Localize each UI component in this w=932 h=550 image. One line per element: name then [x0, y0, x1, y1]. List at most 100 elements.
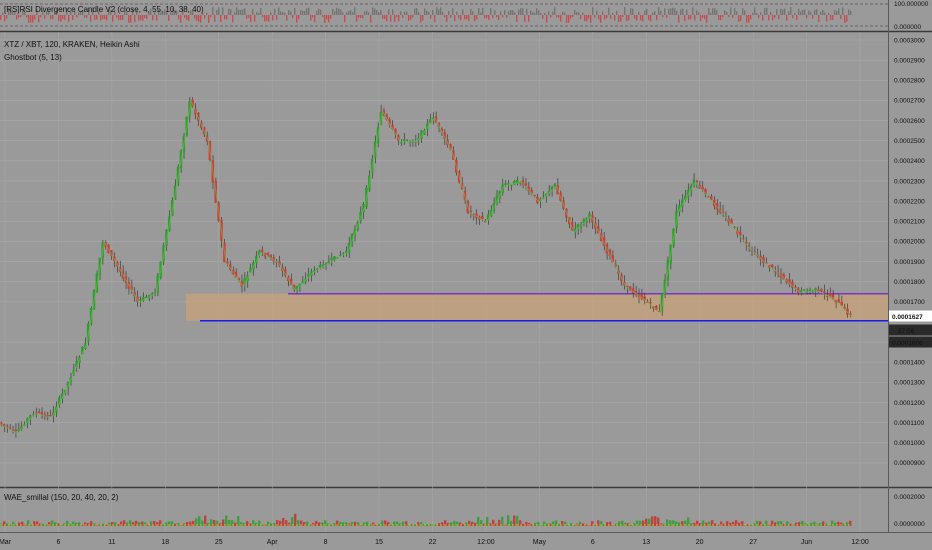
rsi-bar [444, 15, 446, 18]
rsi-bar [760, 12, 762, 15]
rsi-legend: [RS]RSI Divergence Candle V2 (close, 4, … [4, 5, 204, 14]
zone-price-label: 0.0001606 [892, 340, 923, 347]
rsi-bar [664, 8, 666, 15]
rsi-bar [766, 7, 768, 15]
rsi-bar [378, 12, 380, 15]
rsi-bar [586, 15, 588, 22]
rsi-bar [660, 10, 662, 15]
rsi-bar [534, 12, 536, 15]
rsi-bar [754, 7, 756, 15]
rsi-bar [556, 15, 558, 18]
candle-body [402, 139, 406, 142]
indicator-legend: Ghostbot (5, 13) [4, 53, 62, 62]
rsi-bar [406, 11, 408, 15]
rsi-bar [308, 7, 310, 15]
price-tick-label: 0.0001000 [894, 440, 925, 447]
rsi-bar [26, 15, 28, 18]
rsi-bar [210, 15, 212, 18]
rsi-bar [610, 15, 612, 19]
rsi-bar [652, 12, 654, 15]
rsi-bar [318, 8, 320, 15]
wae-bar [534, 522, 537, 526]
rsi-bar [152, 15, 154, 21]
rsi-bar [134, 15, 136, 23]
rsi-bar [776, 9, 778, 15]
rsi-bar [812, 15, 814, 19]
rsi-bar [496, 15, 498, 18]
rsi-bar [618, 15, 620, 23]
rsi-bar [282, 12, 284, 15]
rsi-bar [816, 9, 818, 15]
rsi-bar [250, 15, 252, 23]
rsi-bar [286, 15, 288, 21]
rsi-bar [334, 11, 336, 15]
wae-bar [207, 522, 210, 526]
rsi-bar [44, 15, 46, 19]
rsi-bar [142, 15, 144, 21]
rsi-bar [366, 10, 368, 15]
rsi-bar [284, 12, 286, 15]
price-tick-label: 0.0002900 [894, 57, 925, 64]
rsi-bar [736, 11, 738, 15]
rsi-bar [758, 15, 760, 19]
rsi-bar [850, 10, 852, 15]
rsi-bar [470, 8, 472, 15]
wae-bar [693, 522, 696, 526]
wae-bar [294, 513, 297, 526]
rsi-bar [336, 7, 338, 15]
date-tick-label: 8 [324, 539, 328, 546]
rsi-bar [606, 15, 608, 19]
rsi-bar [764, 8, 766, 15]
rsi-bar [640, 15, 642, 21]
rsi-bar [800, 11, 802, 15]
rsi-bar [608, 7, 610, 15]
rsi-bar [630, 8, 632, 15]
rsi-bar [774, 15, 776, 18]
chart-canvas[interactable]: 0.0003000 0.0002900 0.0002800 0.0002700 0.00… [0, 0, 932, 550]
rsi-bar [808, 10, 810, 15]
rsi-bar [32, 15, 34, 23]
rsi-bar [840, 15, 842, 19]
rsi-bar [180, 15, 182, 23]
rsi-bar [506, 15, 508, 18]
rsi-bar [362, 15, 364, 19]
rsi-bar [672, 7, 674, 15]
rsi-bar [232, 15, 234, 23]
rsi-bar [644, 10, 646, 15]
rsi-bar [364, 11, 366, 15]
rsi-bar [322, 15, 324, 18]
candle-body [139, 299, 142, 301]
rsi-bar [654, 11, 656, 15]
rsi-bar [666, 15, 668, 18]
rsi-bar [814, 9, 816, 15]
rsi-bar [692, 7, 694, 15]
rsi-bar [298, 15, 300, 20]
rsi-axis-label: 0.000000 [894, 24, 921, 31]
rsi-bar [424, 8, 426, 15]
rsi-bar [698, 12, 700, 15]
candle-body [49, 414, 52, 417]
rsi-bar [782, 9, 784, 15]
rsi-bar [724, 10, 726, 15]
chart-window: 0.0003000 0.0002900 0.0002800 0.0002700 0.00… [0, 0, 932, 550]
rsi-bar [146, 15, 148, 19]
rsi-bar [726, 11, 728, 15]
price-tick-label: 0.0000900 [894, 460, 925, 467]
rsi-bar [574, 9, 576, 15]
rsi-bar [508, 11, 510, 15]
rsi-bar [342, 12, 344, 15]
rsi-bar [762, 15, 764, 21]
rsi-bar [460, 15, 462, 21]
rsi-bar [224, 15, 226, 20]
countdown-label: 27:56 [898, 328, 915, 335]
rsi-bar [528, 15, 530, 22]
rsi-bar [256, 11, 258, 15]
support-zone [186, 293, 888, 321]
rsi-bar [434, 15, 436, 23]
rsi-bar [632, 8, 634, 15]
rsi-bar [432, 9, 434, 15]
rsi-bar [178, 15, 180, 20]
rsi-bar [34, 15, 36, 20]
price-tick-label: 0.0001700 [894, 299, 925, 306]
wae-bar [333, 522, 336, 526]
